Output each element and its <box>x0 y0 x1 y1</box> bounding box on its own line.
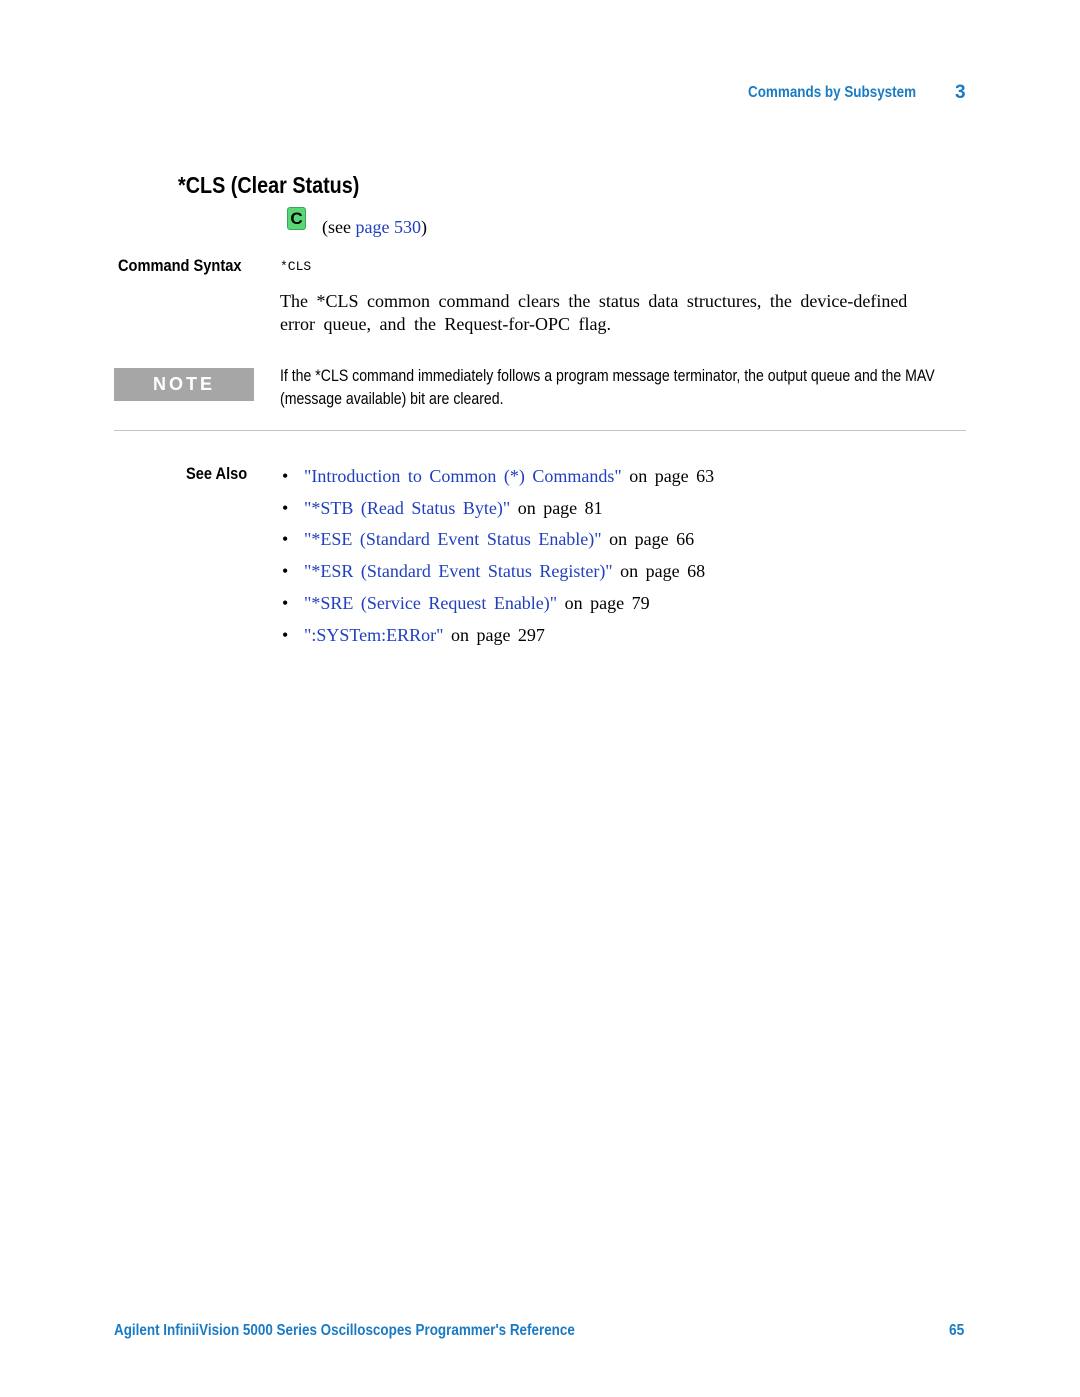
see-also-page: on page 81 <box>510 497 603 518</box>
section-title: Commands by Subsystem <box>748 84 917 101</box>
chapter-number: 3 <box>955 82 966 103</box>
running-header-section: Commands by Subsystem <box>748 84 948 102</box>
bullet-icon: • <box>282 624 289 645</box>
note-badge: NOTE <box>114 368 254 401</box>
footer-document-title: Agilent InfiniiVision 5000 Series Oscill… <box>114 1322 575 1339</box>
see-also-list: • "Introduction to Common (*) Commands" o… <box>282 461 714 651</box>
see-also-item: • "*ESE (Standard Event Status Enable)" o… <box>282 524 714 556</box>
note-text: If the *CLS command immediately follows … <box>280 366 935 408</box>
see-also-link[interactable]: "*ESE (Standard Event Status Enable)" <box>304 529 602 549</box>
page-530-link[interactable]: page 530 <box>355 217 420 237</box>
command-syntax-code: *CLS <box>280 259 312 274</box>
footer-page-number: 65 <box>949 1322 965 1339</box>
see-also-link[interactable]: "*STB (Read Status Byte)" <box>304 498 510 518</box>
see-also-page: on page 66 <box>601 529 695 550</box>
see-also-link[interactable]: "*SRE (Service Request Enable)" <box>304 593 557 613</box>
see-also-item: • "Introduction to Common (*) Commands" o… <box>282 461 714 493</box>
page-title: *CLS (Clear Status) <box>178 172 360 198</box>
see-also-page: on page 68 <box>612 561 706 582</box>
bullet-icon: • <box>282 561 289 582</box>
command-description: The *CLS common command clears the statu… <box>280 291 908 334</box>
see-also-page: on page 297 <box>443 624 545 645</box>
see-page-reference: (see page 530) <box>322 217 427 238</box>
see-also-link[interactable]: ":SYSTem:ERRor" <box>304 625 443 645</box>
see-also-link[interactable]: "*ESR (Standard Event Status Register)" <box>304 561 613 581</box>
see-also-item: • ":SYSTem:ERRor" on page 297 <box>282 620 714 652</box>
see-page-suffix: ) <box>420 217 427 237</box>
bullet-icon: • <box>282 466 289 486</box>
see-also-item: • "*STB (Read Status Byte)" on page 81 <box>282 493 714 525</box>
command-syntax-label: Command Syntax <box>118 256 242 275</box>
bullet-icon: • <box>282 529 289 550</box>
see-also-item: • "*SRE (Service Request Enable)" on page… <box>282 588 714 620</box>
see-also-page: on page 79 <box>557 592 650 613</box>
c-compatibility-icon: C <box>287 207 306 230</box>
see-also-link[interactable]: "Introduction to Common (*) Commands" <box>304 466 622 486</box>
bullet-icon: • <box>282 497 289 518</box>
see-page-prefix: (see <box>322 217 356 237</box>
section-divider <box>114 430 966 431</box>
see-also-label: See Also <box>186 464 248 483</box>
bullet-icon: • <box>282 592 289 613</box>
see-also-page: on page 63 <box>621 466 715 486</box>
see-also-item: • "*ESR (Standard Event Status Register)"… <box>282 556 714 588</box>
